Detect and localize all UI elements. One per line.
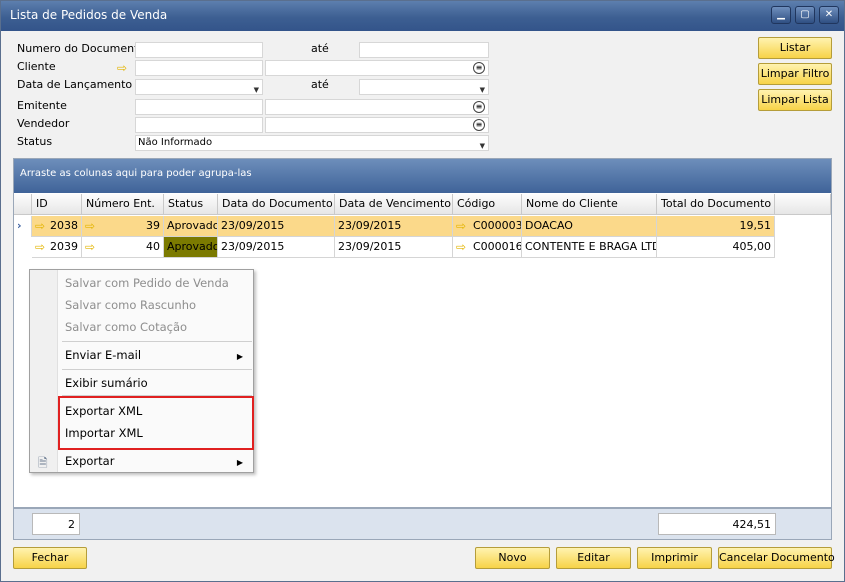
cell-total[interactable]: 19,51 [657, 216, 775, 237]
window-title: Lista de Pedidos de Venda [10, 8, 168, 22]
chevron-down-icon[interactable]: ▼ [480, 139, 485, 150]
status-select-value: Não Informado [138, 137, 213, 148]
data-lanc-label: Data de Lançamento [17, 78, 133, 91]
menu-separator [62, 341, 252, 342]
cell-data-doc[interactable]: 23/09/2015 [218, 237, 335, 258]
cliente-name-field[interactable]: ≡ [265, 60, 489, 76]
cell-num-ent: 40 [146, 240, 160, 253]
numero-doc-to-field[interactable] [359, 42, 489, 58]
numero-doc-label: Numero do Documento [17, 42, 146, 55]
cell-nome[interactable]: CONTENTE E BRAGA LTDA [522, 237, 657, 258]
menu-item-exibir-sumario[interactable]: Exibir sumário [65, 376, 148, 390]
table-row[interactable]: ⇨ 2038 [32, 216, 82, 237]
list-choose-icon[interactable]: ≡ [473, 101, 485, 113]
vendedor-name-field[interactable]: ≡ [265, 117, 489, 133]
menu-item-salvar-pedido: Salvar com Pedido de Venda [65, 276, 229, 290]
novo-button[interactable]: Novo [475, 547, 550, 569]
numero-doc-from-field[interactable] [135, 42, 263, 58]
title-bar: Lista de Pedidos de Venda ▁ ▢ ✕ [1, 1, 844, 31]
footer-count: 2 [32, 513, 80, 535]
link-arrow-icon[interactable]: ⇨ [456, 241, 466, 253]
cell-num-ent: 39 [146, 219, 160, 232]
column-header-codigo[interactable]: Código [453, 194, 522, 215]
menu-icon-gutter [30, 270, 58, 472]
menu-item-exportar-xml[interactable]: Exportar XML [65, 404, 142, 418]
menu-item-enviar-email[interactable]: Enviar E-mail [65, 348, 141, 362]
list-choose-icon[interactable]: ≡ [473, 62, 485, 74]
minimize-button[interactable]: ▁ [771, 6, 791, 24]
table-cell[interactable]: ⇨ C000016 [453, 237, 522, 258]
cell-status[interactable]: Aprovado [164, 237, 218, 258]
emitente-code-field[interactable] [135, 99, 263, 115]
emitente-name-field[interactable]: ≡ [265, 99, 489, 115]
ate-label: até [311, 42, 329, 55]
export-document-icon: 🗎 [38, 456, 48, 470]
list-choose-icon[interactable]: ≡ [473, 119, 485, 131]
link-arrow-icon[interactable]: ⇨ [35, 241, 45, 253]
maximize-button[interactable]: ▢ [795, 6, 815, 24]
menu-item-exportar[interactable]: Exportar [65, 454, 114, 468]
chevron-down-icon[interactable]: ▼ [254, 83, 259, 94]
cell-nome[interactable]: DOACAO [522, 216, 657, 237]
ate-label-2: até [311, 78, 329, 91]
menu-item-importar-xml[interactable]: Importar XML [65, 426, 143, 440]
cell-status[interactable]: Aprovado [164, 216, 218, 237]
cliente-code-field[interactable] [135, 60, 263, 76]
context-menu: Salvar com Pedido de Venda Salvar como R… [29, 269, 254, 473]
submenu-arrow-icon: ▶ [236, 458, 243, 467]
cell-codigo: C000016 [473, 240, 522, 253]
link-arrow-icon[interactable]: ⇨ [85, 241, 95, 253]
column-header-empty [775, 194, 831, 215]
emitente-label: Emitente [17, 99, 67, 112]
table-cell[interactable]: ⇨ 39 [82, 216, 164, 237]
vendedor-code-field[interactable] [135, 117, 263, 133]
table-cell[interactable]: ⇨ 40 [82, 237, 164, 258]
listar-button[interactable]: Listar [758, 37, 832, 59]
vendedor-label: Vendedor [17, 117, 70, 130]
menu-item-salvar-rascunho: Salvar como Rascunho [65, 298, 197, 312]
table-cell[interactable]: ⇨ C000003 [453, 216, 522, 237]
row-indicator-icon: › [14, 216, 32, 237]
cancelar-documento-button[interactable]: Cancelar Documento [718, 547, 835, 569]
editar-button[interactable]: Editar [556, 547, 631, 569]
data-to-field[interactable]: ▼ [359, 79, 489, 95]
cell-id: 2039 [50, 240, 78, 253]
column-header-total[interactable]: Total do Documento [657, 194, 775, 215]
cell-total[interactable]: 405,00 [657, 237, 775, 258]
limpar-filtro-button[interactable]: Limpar Filtro [758, 63, 832, 85]
window: Lista de Pedidos de Venda ▁ ▢ ✕ Numero d… [0, 0, 845, 582]
cliente-label: Cliente [17, 60, 56, 73]
imprimir-button[interactable]: Imprimir [637, 547, 712, 569]
footer-total: 424,51 [658, 513, 776, 535]
status-label: Status [17, 135, 53, 148]
group-by-area[interactable]: Arraste as colunas aqui para poder agrup… [14, 159, 831, 193]
fechar-button[interactable]: Fechar [13, 547, 87, 569]
column-header-data-documento[interactable]: Data do Documento [218, 194, 335, 215]
chevron-down-icon[interactable]: ▼ [480, 83, 485, 94]
close-button[interactable]: ✕ [819, 6, 839, 24]
data-from-field[interactable]: ▼ [135, 79, 263, 95]
limpar-lista-button[interactable]: Limpar Lista [758, 89, 832, 111]
link-arrow-icon[interactable]: ⇨ [35, 220, 45, 232]
cell-codigo: C000003 [473, 219, 522, 232]
cell-data-venc[interactable]: 23/09/2015 [335, 216, 453, 237]
cell-data-doc[interactable]: 23/09/2015 [218, 216, 335, 237]
menu-item-salvar-cotacao: Salvar como Cotação [65, 320, 188, 334]
cell-id: 2038 [50, 219, 78, 232]
link-arrow-icon[interactable]: ⇨ [85, 220, 95, 232]
column-header-nome-cliente[interactable]: Nome do Cliente [522, 194, 657, 215]
row-selector-header [14, 194, 32, 215]
link-arrow-icon[interactable]: ⇨ [456, 220, 466, 232]
cell-data-venc[interactable]: 23/09/2015 [335, 237, 453, 258]
menu-separator [62, 369, 252, 370]
link-arrow-icon[interactable]: ⇨ [117, 62, 127, 74]
column-header-data-vencimento[interactable]: Data de Vencimento [335, 194, 453, 215]
table-row[interactable]: ⇨ 2039 [32, 237, 82, 258]
submenu-arrow-icon: ▶ [236, 352, 243, 361]
status-select[interactable]: Não Informado ▼ [135, 135, 489, 151]
column-header-id[interactable]: ID [32, 194, 82, 215]
column-header-status[interactable]: Status [164, 194, 218, 215]
column-header-numero-ent[interactable]: Número Ent. [82, 194, 164, 215]
